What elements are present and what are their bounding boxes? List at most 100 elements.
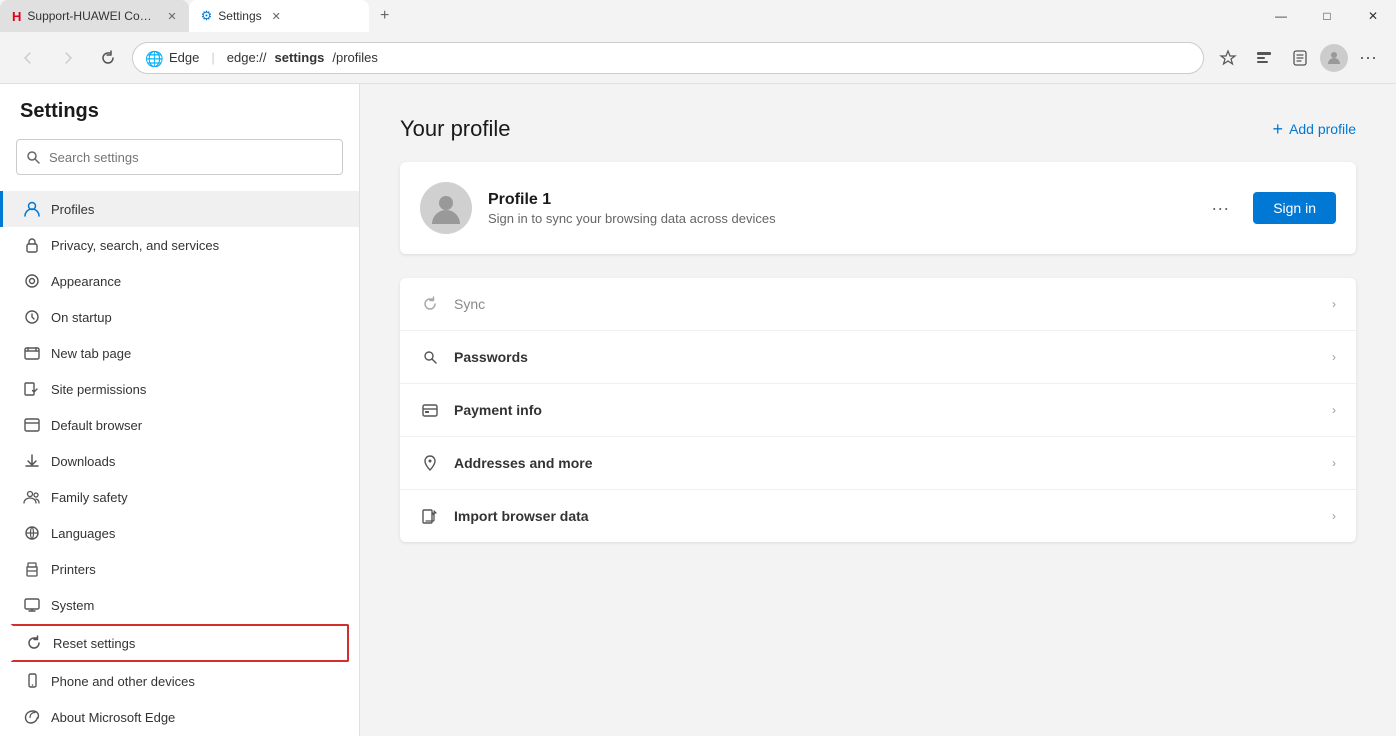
sidebar-item-profiles[interactable]: Profiles [0,191,359,227]
sidebar-item-languages[interactable]: Languages [0,515,359,551]
system-icon [23,596,41,614]
close-tab-settings[interactable]: ✕ [272,10,281,23]
passwords-icon [420,347,440,367]
payment-info-label: Payment info [454,402,1318,418]
search-input-wrapper [16,139,343,175]
avatar [420,182,472,234]
reload-button[interactable] [92,42,124,74]
sidebar-item-reset-settings[interactable]: Reset settings [10,624,349,662]
settings-row-passwords[interactable]: Passwords › [400,331,1356,384]
window-controls: — □ ✕ [1258,0,1396,32]
sidebar-item-appearance[interactable]: Appearance [0,263,359,299]
huawei-favicon: H [12,9,21,24]
sign-in-button[interactable]: Sign in [1253,192,1336,224]
search-settings-input[interactable] [16,139,343,175]
close-button[interactable]: ✕ [1350,0,1396,32]
privacy-icon [23,236,41,254]
sidebar-item-system[interactable]: System [0,587,359,623]
sync-chevron: › [1332,297,1336,311]
favorites-bar-icon[interactable] [1248,42,1280,74]
sidebar-item-family-safety[interactable]: Family safety [0,479,359,515]
printers-icon [23,560,41,578]
sidebar-title: Settings [0,100,359,139]
sidebar: Settings Profiles Privacy, search, and s… [0,84,360,736]
sidebar-label-appearance: Appearance [51,274,121,289]
phone-devices-icon [23,672,41,690]
tab-huawei[interactable]: H Support-HUAWEI Consumer Off... ✕ [0,0,189,32]
profile-icon[interactable] [1320,44,1348,72]
addressbar-actions: ··· [1212,42,1384,74]
profile-info: Profile 1 Sign in to sync your browsing … [488,191,1187,226]
tabs-container: H Support-HUAWEI Consumer Off... ✕ ⚙ Set… [0,0,401,32]
payment-icon [420,400,440,420]
profile-more-button[interactable]: ··· [1203,194,1237,223]
avatar-icon [428,190,464,226]
settings-list: Sync › Passwords › Payment info › [400,278,1356,542]
addresses-icon [420,453,440,473]
import-icon [420,506,440,526]
settings-row-import[interactable]: Import browser data › [400,490,1356,542]
edge-logo-icon: 🌐 [145,50,161,66]
addresses-label: Addresses and more [454,455,1318,471]
collections-icon[interactable] [1284,42,1316,74]
sidebar-label-system: System [51,598,94,613]
close-tab-huawei[interactable]: ✕ [167,10,176,23]
sidebar-item-phone-devices[interactable]: Phone and other devices [0,663,359,699]
sidebar-item-about-edge[interactable]: About Microsoft Edge [0,699,359,735]
main-layout: Settings Profiles Privacy, search, and s… [0,84,1396,736]
family-safety-icon [23,488,41,506]
sync-icon [420,294,440,314]
startup-icon [23,308,41,326]
tab-title-settings: Settings [218,9,261,23]
maximize-button[interactable]: □ [1304,0,1350,32]
payment-chevron: › [1332,403,1336,417]
tab-settings[interactable]: ⚙ Settings ✕ [189,0,369,32]
sidebar-label-new-tab: New tab page [51,346,131,361]
favorites-icon[interactable] [1212,42,1244,74]
add-icon: + [1273,119,1284,140]
minimize-button[interactable]: — [1258,0,1304,32]
sync-label: Sync [454,296,1318,312]
settings-row-payment-info[interactable]: Payment info › [400,384,1356,437]
sidebar-item-site-permissions[interactable]: Site permissions [0,371,359,407]
sidebar-label-startup: On startup [51,310,112,325]
addresses-chevron: › [1332,456,1336,470]
reset-settings-icon [25,634,43,652]
forward-button[interactable] [52,42,84,74]
url-separator: | [211,50,214,65]
settings-row-addresses[interactable]: Addresses and more › [400,437,1356,490]
profile-card: Profile 1 Sign in to sync your browsing … [400,162,1356,254]
sidebar-label-printers: Printers [51,562,96,577]
import-chevron: › [1332,509,1336,523]
sidebar-label-site-permissions: Site permissions [51,382,146,397]
profile-name: Profile 1 [488,191,1187,209]
passwords-label: Passwords [454,349,1318,365]
sidebar-item-default-browser[interactable]: Default browser [0,407,359,443]
appearance-icon [23,272,41,290]
sidebar-item-privacy[interactable]: Privacy, search, and services [0,227,359,263]
sidebar-item-printers[interactable]: Printers [0,551,359,587]
sidebar-item-new-tab[interactable]: New tab page [0,335,359,371]
new-tab-icon [23,344,41,362]
url-bar[interactable]: 🌐 Edge | edge://settings/profiles [132,42,1204,74]
sidebar-item-downloads[interactable]: Downloads [0,443,359,479]
back-button[interactable] [12,42,44,74]
passwords-chevron: › [1332,350,1336,364]
search-icon [26,150,40,164]
profiles-icon [23,200,41,218]
url-suffix: /profiles [332,50,378,65]
sidebar-label-profiles: Profiles [51,202,94,217]
site-permissions-icon [23,380,41,398]
about-edge-icon [23,708,41,726]
sidebar-label-default-browser: Default browser [51,418,142,433]
titlebar: H Support-HUAWEI Consumer Off... ✕ ⚙ Set… [0,0,1396,32]
downloads-icon [23,452,41,470]
content-area: Your profile + Add profile Profile 1 Sig… [360,84,1396,736]
sidebar-label-family-safety: Family safety [51,490,128,505]
settings-row-sync[interactable]: Sync › [400,278,1356,331]
add-profile-button[interactable]: + Add profile [1273,119,1356,140]
new-tab-button[interactable]: + [369,0,401,32]
sidebar-item-startup[interactable]: On startup [0,299,359,335]
settings-more-icon[interactable]: ··· [1352,42,1384,74]
sidebar-label-reset-settings: Reset settings [53,636,135,651]
